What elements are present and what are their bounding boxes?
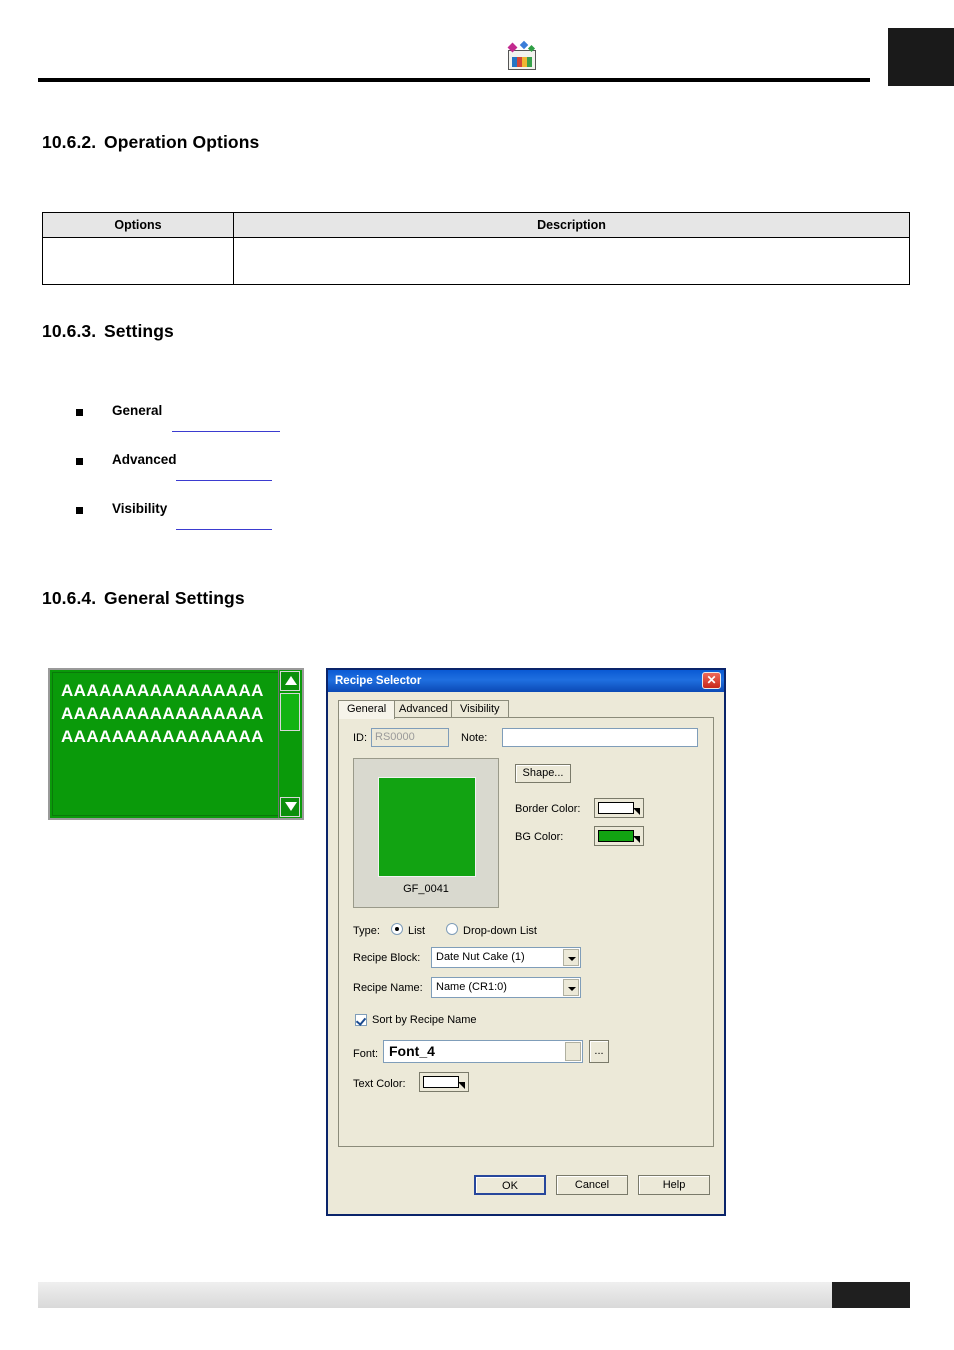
border-color-swatch (598, 802, 634, 814)
help-button[interactable]: Help (638, 1175, 710, 1195)
bullet-item-visibility: Visibility (76, 501, 336, 530)
section-heading-settings: 10.6.3. Settings (42, 321, 174, 342)
section-title: General Settings (104, 588, 245, 608)
bg-color-label: BG Color: (515, 831, 564, 843)
radio-dot (395, 927, 399, 931)
id-field[interactable]: RS0000 (371, 728, 449, 747)
bullet-underline[interactable] (176, 480, 272, 481)
section-number: 10.6.3. (42, 321, 97, 341)
ok-button[interactable]: OK (474, 1175, 546, 1195)
font-browse-button[interactable]: ... (589, 1040, 609, 1063)
table-row (42, 237, 910, 285)
recipe-name-value: Name (CR1:0) (436, 981, 507, 993)
bullet-label: Advanced (112, 452, 177, 467)
tab-panel-general: ID: RS0000 Note: GF_0041 Shape... Border… (338, 717, 714, 1147)
section-heading-general-settings: 10.6.4. General Settings (42, 588, 245, 609)
table-header-row: Options Description (42, 212, 910, 238)
recipe-name-select[interactable]: Name (CR1:0) (431, 977, 581, 998)
section-number: 10.6.2. (42, 132, 97, 152)
chevron-down-icon (458, 1082, 465, 1089)
header-corner-block (888, 28, 954, 86)
preview-scrollbar[interactable] (278, 670, 302, 818)
logo-grid-shape (512, 57, 532, 67)
bullet-square-icon (76, 458, 83, 465)
dialog-title-bar[interactable]: Recipe Selector ✕ (328, 670, 724, 692)
section-heading-operation-options: 10.6.2. Operation Options (42, 132, 259, 153)
table-header-options: Options (42, 212, 234, 238)
font-select[interactable]: Font_4 (383, 1040, 583, 1063)
text-color-swatch (423, 1076, 459, 1088)
scroll-up-button[interactable] (280, 671, 300, 691)
header-divider (38, 78, 870, 82)
bg-color-swatch (598, 830, 634, 842)
type-radio-list[interactable] (391, 923, 403, 935)
type-radio-list-label: List (408, 925, 426, 937)
sort-by-recipe-name-checkbox[interactable] (355, 1014, 367, 1026)
chevron-down-icon (633, 836, 640, 843)
footer-corner-block (832, 1282, 910, 1308)
cancel-button[interactable]: Cancel (556, 1175, 628, 1195)
shape-preview-panel: GF_0041 (353, 758, 499, 908)
bullet-item-general: General (76, 403, 336, 432)
note-label: Note: (461, 732, 488, 744)
recipe-block-value: Date Nut Cake (1) (436, 951, 525, 963)
page-header (0, 0, 954, 110)
type-label: Type: (353, 925, 380, 937)
scrollbar-thumb[interactable] (280, 693, 300, 731)
recipe-selector-preview: AAAAAAAAAAAAAAAA AAAAAAAAAAAAAAAA AAAAAA… (48, 668, 304, 820)
recipe-selector-dialog: Recipe Selector ✕ General Advanced Visib… (326, 668, 726, 1216)
scroll-down-button[interactable] (280, 797, 300, 817)
section-title: Operation Options (104, 132, 260, 152)
type-radio-dropdown[interactable] (446, 923, 458, 935)
table-header-description: Description (233, 212, 910, 238)
footer-bar (38, 1282, 910, 1308)
recipe-selector-list-area: AAAAAAAAAAAAAAAA AAAAAAAAAAAAAAAA AAAAAA… (52, 672, 280, 816)
font-value: Font_4 (389, 1043, 435, 1059)
application-logo (507, 40, 538, 72)
tab-general[interactable]: General (338, 700, 396, 719)
recipe-name-label: Recipe Name: (353, 982, 423, 994)
section-number: 10.6.4. (42, 588, 97, 608)
options-table: Options Description (42, 212, 910, 285)
table-cell-option (42, 237, 234, 285)
type-radio-dropdown-label: Drop-down List (463, 925, 537, 937)
sort-by-recipe-name-label: Sort by Recipe Name (372, 1014, 477, 1026)
shape-preview-caption: GF_0041 (403, 883, 449, 895)
border-color-picker[interactable] (594, 798, 644, 818)
note-field[interactable] (502, 728, 698, 747)
bullet-label: General (112, 403, 163, 418)
tab-visibility[interactable]: Visibility (451, 700, 509, 718)
chevron-down-icon[interactable] (563, 979, 579, 996)
list-item: AAAAAAAAAAAAAAAA (61, 681, 264, 700)
triangle-up-icon (285, 676, 297, 685)
recipe-block-label: Recipe Block: (353, 952, 421, 964)
border-color-label: Border Color: (515, 803, 581, 815)
bullet-item-advanced: Advanced (76, 452, 336, 481)
list-item: AAAAAAAAAAAAAAAA (61, 727, 264, 746)
text-color-label: Text Color: (353, 1078, 406, 1090)
bg-color-picker[interactable] (594, 826, 644, 846)
chevron-down-icon (633, 808, 640, 815)
bullet-label: Visibility (112, 501, 168, 516)
bullet-square-icon (76, 409, 83, 416)
dialog-tabs: General Advanced Visibility (338, 700, 714, 719)
font-label: Font: (353, 1048, 379, 1060)
bullet-square-icon (76, 507, 83, 514)
list-item: AAAAAAAAAAAAAAAA (61, 704, 264, 723)
bullet-underline[interactable] (176, 529, 272, 530)
tab-advanced[interactable]: Advanced (390, 700, 457, 718)
recipe-block-select[interactable]: Date Nut Cake (1) (431, 947, 581, 968)
chevron-down-icon[interactable] (563, 949, 579, 966)
table-cell-description (233, 237, 910, 285)
dialog-title: Recipe Selector (335, 675, 422, 687)
id-label: ID: (353, 732, 368, 744)
bullet-underline[interactable] (172, 431, 280, 432)
triangle-down-icon (285, 802, 297, 811)
close-icon[interactable]: ✕ (702, 672, 721, 689)
shape-preview-swatch (378, 777, 476, 877)
section-title: Settings (104, 321, 174, 341)
text-color-picker[interactable] (419, 1072, 469, 1092)
chevron-down-icon[interactable] (565, 1042, 581, 1061)
shape-button[interactable]: Shape... (515, 764, 571, 783)
